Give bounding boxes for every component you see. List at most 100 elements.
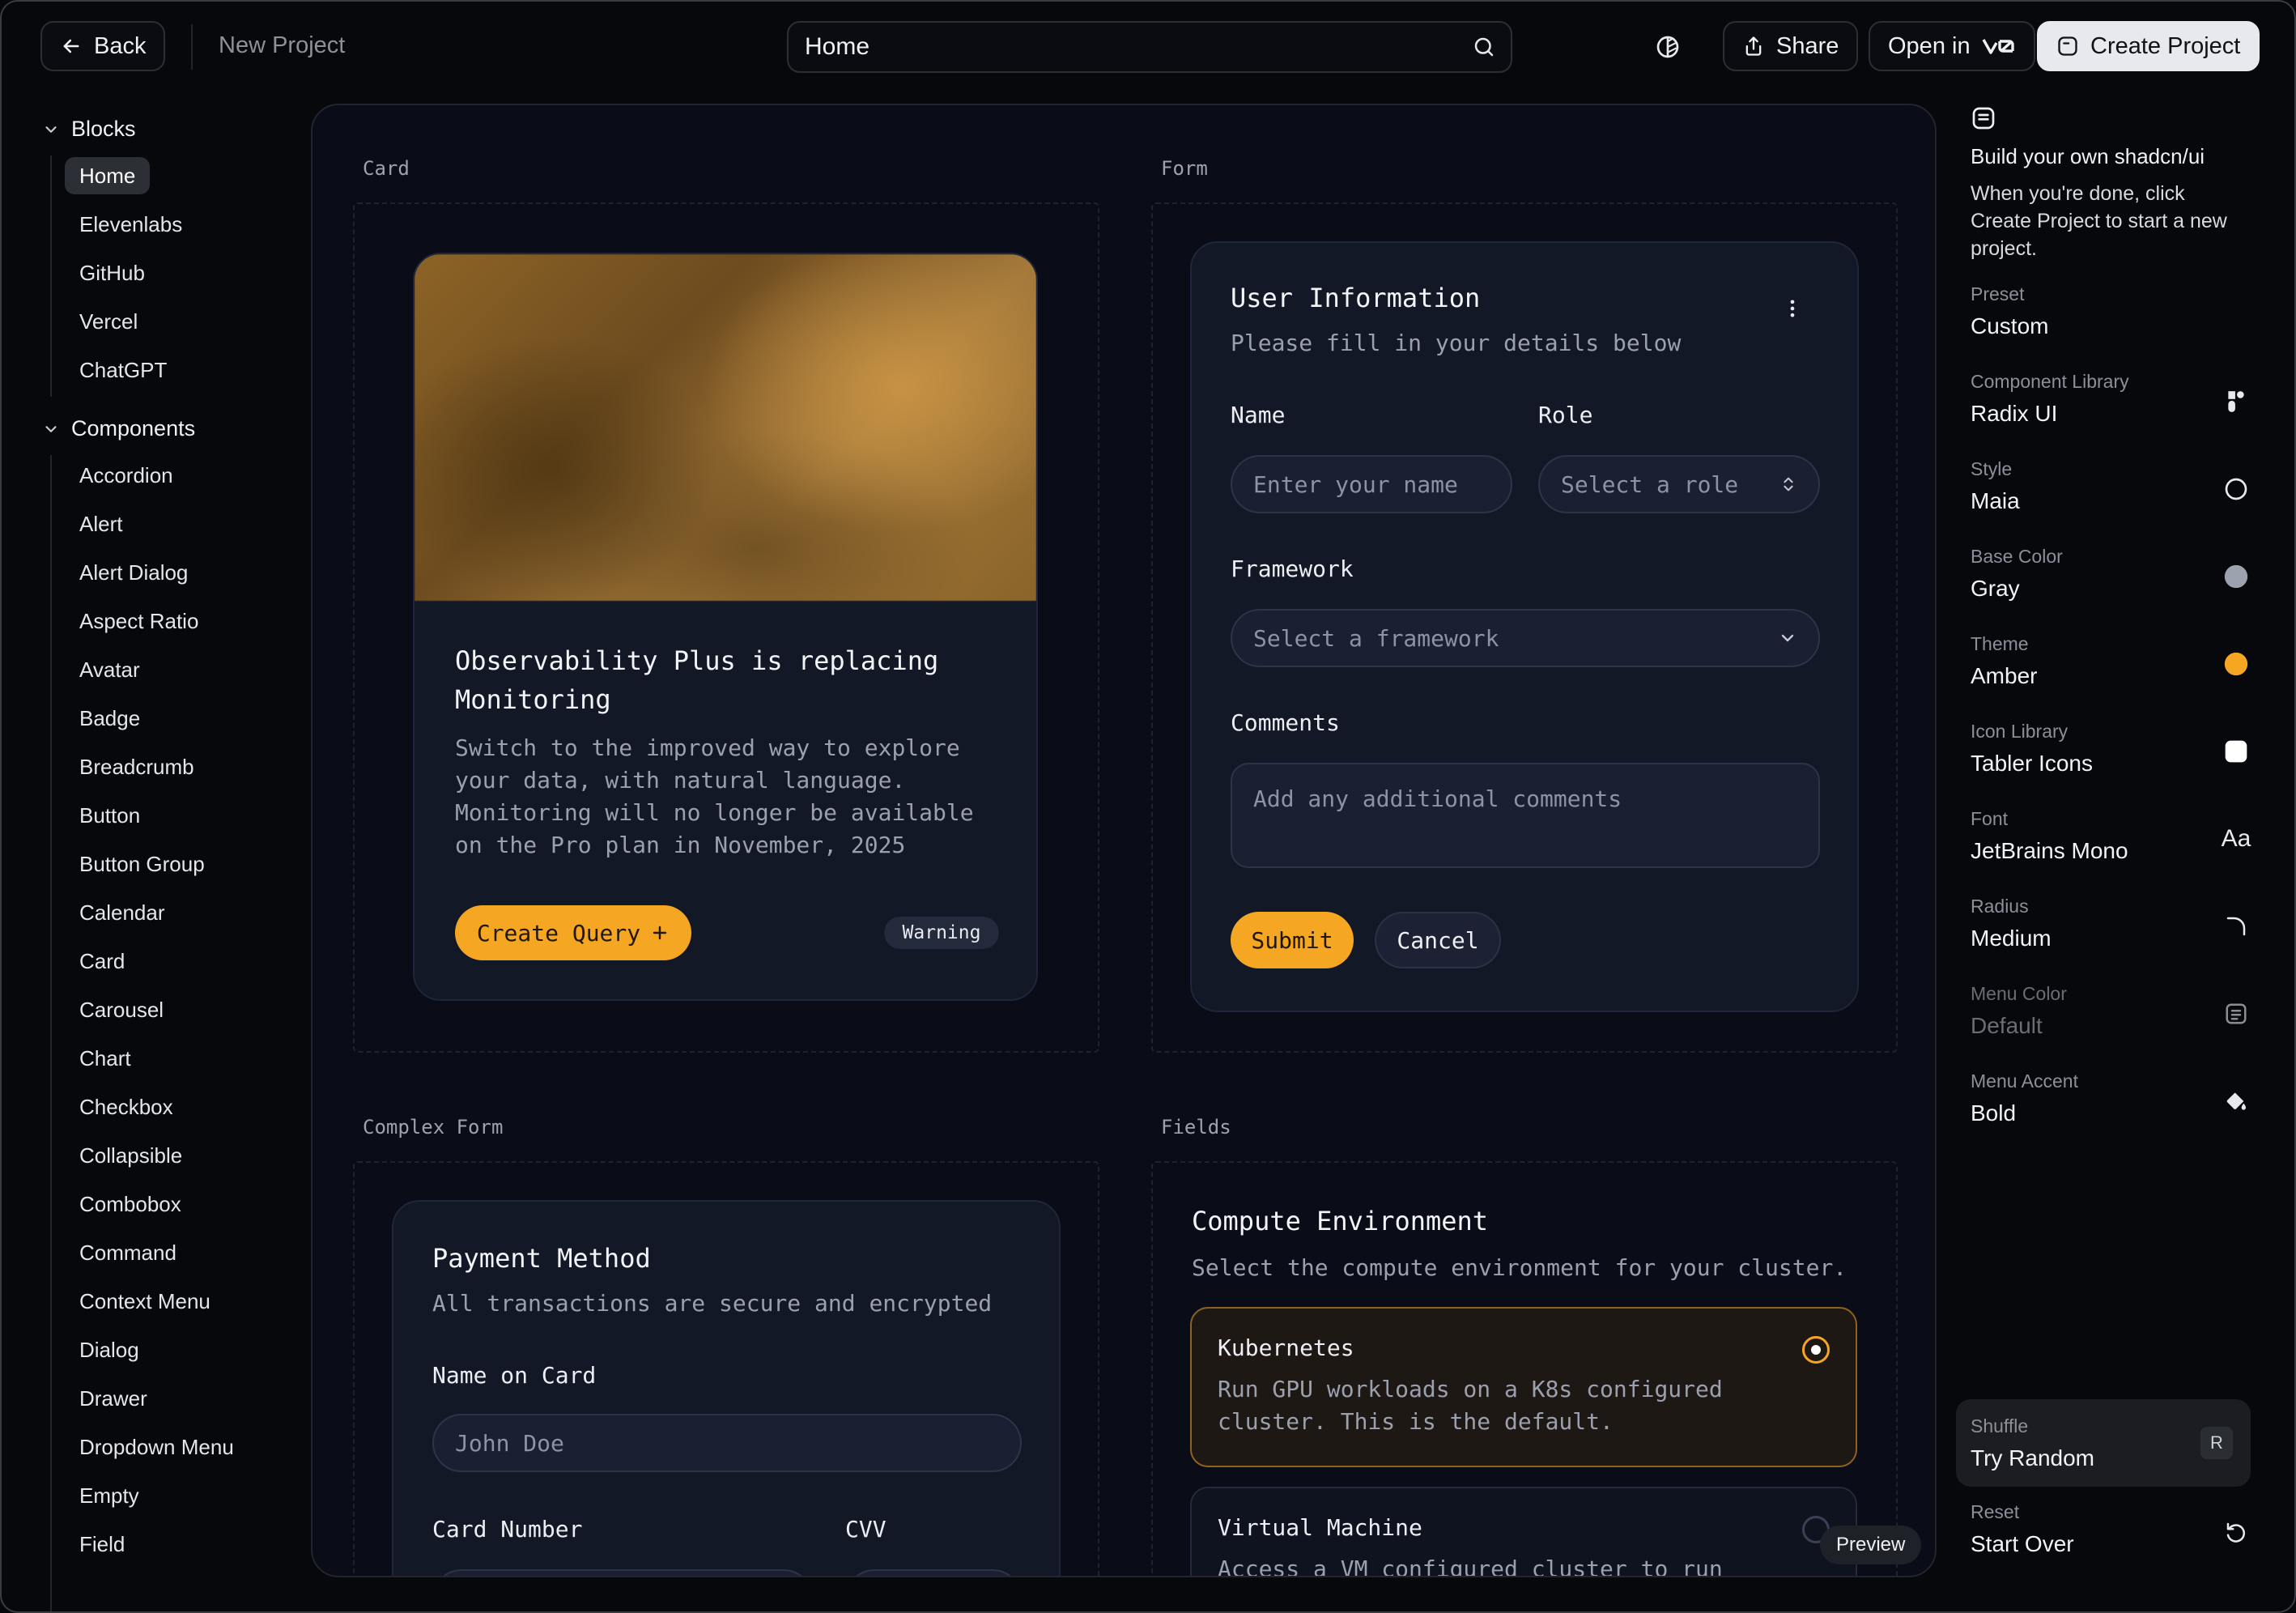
back-label: Back [94, 32, 147, 59]
sidebar-item[interactable]: Button Group [65, 845, 219, 883]
sidebar-item[interactable]: Empty [65, 1477, 154, 1514]
search-input[interactable]: Home [787, 21, 1512, 73]
components-group-toggle[interactable]: Components [42, 416, 195, 441]
option-component-library[interactable]: Component Library Radix UI [1971, 371, 2244, 427]
sidebar-item[interactable]: Context Menu [65, 1283, 225, 1320]
kubernetes-radio[interactable] [1802, 1336, 1830, 1364]
circle-outline-icon [2220, 473, 2252, 505]
shuffle-label: Shuffle [1971, 1415, 2029, 1436]
reset-value: Start Over [1971, 1531, 2074, 1556]
option-style[interactable]: Style Maia [1971, 458, 2247, 514]
chevron-down-icon [45, 425, 57, 432]
sidebar-item[interactable]: Alert Dialog [65, 554, 202, 591]
search-icon [1474, 37, 1494, 57]
sidebar-item[interactable]: Carousel [65, 991, 178, 1028]
sidebar-item[interactable]: Aspect Ratio [65, 602, 213, 640]
name-input[interactable]: Enter your name [1231, 455, 1512, 513]
option-value: JetBrains Mono [1971, 838, 2128, 863]
option-label: Menu Color [1971, 983, 2067, 1004]
option-menu-accent[interactable]: Menu Accent Bold [1971, 1070, 2246, 1126]
name-on-card-label: Name on Card [432, 1362, 597, 1389]
kubernetes-option[interactable]: Kubernetes Run GPU workloads on a K8s co… [1190, 1307, 1857, 1467]
sidebar-item[interactable]: GitHub [65, 254, 159, 292]
menu-icon [2220, 998, 2252, 1030]
option-label: Radius [1971, 896, 2029, 917]
option-value: Medium [1971, 926, 2052, 951]
section-label-complex-form: Complex Form [363, 1116, 504, 1138]
cancel-button[interactable]: Cancel [1375, 912, 1501, 968]
cvv-input[interactable] [845, 1569, 1022, 1576]
sidebar-item[interactable]: Avatar [65, 651, 155, 688]
sidebar-item[interactable]: Dropdown Menu [65, 1428, 249, 1466]
sidebar-item[interactable]: Breadcrumb [65, 748, 209, 785]
option-menu-color[interactable]: Menu Color Default [1971, 983, 2247, 1039]
virtual-machine-option[interactable]: Virtual Machine Access a VM configured c… [1190, 1487, 1857, 1576]
arrow-left-icon [63, 39, 79, 53]
project-name: New Project [219, 32, 346, 58]
top-bar: Back New Project Home Share Open in Crea… [2, 2, 2294, 92]
reset-button[interactable]: Reset Start Over [1971, 1501, 2245, 1557]
tree-line [50, 455, 52, 1611]
option-theme[interactable]: Theme Amber [1971, 633, 2248, 689]
v0-logo-icon [1982, 39, 2014, 54]
option-value: Bold [1971, 1100, 2017, 1126]
open-in-v0-button[interactable]: Open in [1869, 21, 2035, 71]
form-title: User Information [1231, 283, 1481, 313]
option-base-color[interactable]: Base Color Gray [1971, 546, 2248, 602]
option-value: Custom [1971, 313, 2049, 338]
sidebar-item[interactable]: Chart [65, 1040, 146, 1077]
framework-select[interactable]: Select a framework [1231, 609, 1820, 667]
warning-badge: Warning [884, 917, 999, 949]
sidebar-item[interactable]: Command [65, 1234, 191, 1271]
submit-button[interactable]: Submit [1231, 912, 1354, 968]
sidebar-item[interactable]: Dialog [65, 1331, 154, 1368]
comments-textarea[interactable]: Add any additional comments [1231, 763, 1820, 868]
sidebar-item[interactable]: ChatGPT [65, 351, 181, 389]
share-button[interactable]: Share [1723, 21, 1859, 71]
more-vertical-icon[interactable] [1781, 295, 1804, 322]
components-title: Components [71, 416, 196, 440]
shuffle-value: Try Random [1971, 1445, 2095, 1470]
option-preset[interactable]: Preset Custom [1971, 283, 2243, 339]
sidebar-item[interactable]: Drawer [65, 1380, 162, 1417]
paint-bucket-icon [2220, 1085, 2252, 1117]
compute-title: Compute Environment [1192, 1206, 1489, 1236]
sidebar-item[interactable]: Checkbox [65, 1088, 188, 1126]
sidebar-item[interactable]: Field [65, 1526, 139, 1563]
back-button[interactable]: Back [40, 21, 166, 71]
shuffle-button[interactable]: Shuffle Try Random R [1956, 1399, 2251, 1487]
option-icon-library[interactable]: Icon Library Tabler Icons [1971, 721, 2247, 777]
chevrons-up-down-icon [1784, 477, 1793, 492]
sidebar-item[interactable]: Card [65, 943, 139, 980]
intro-body: When you're done, click Create Project t… [1971, 182, 2227, 260]
sidebar-item[interactable]: Home [65, 157, 151, 194]
role-select[interactable]: Select a role [1538, 455, 1820, 513]
option-value: Default [1971, 1013, 2043, 1038]
option-radius[interactable]: Radius Medium [1971, 896, 2246, 951]
sidebar-item[interactable]: Badge [65, 700, 155, 737]
name-on-card-input[interactable]: John Doe [432, 1414, 1022, 1472]
sidebar-item[interactable]: Alert [65, 505, 137, 543]
sidebar-item[interactable]: Button [65, 797, 155, 834]
theme-toggle-icon[interactable] [1652, 31, 1684, 63]
sidebar-item[interactable]: Elevenlabs [65, 206, 197, 243]
option-font[interactable]: Font JetBrains Mono Aa [1971, 808, 2251, 864]
sidebar-item[interactable]: Vercel [65, 303, 152, 340]
section-label-fields: Fields [1161, 1116, 1231, 1138]
tree-line [50, 155, 52, 397]
shortcut-key: R [2200, 1427, 2233, 1459]
kubernetes-title: Kubernetes [1218, 1334, 1354, 1361]
blocks-group-toggle[interactable]: Blocks [42, 117, 136, 142]
undo-icon [2220, 1516, 2252, 1548]
payment-method-card: Payment Method All transactions are secu… [392, 1200, 1061, 1576]
card-number-input[interactable] [432, 1569, 813, 1576]
preview-canvas: Card Observability Plus is replacing Mon… [311, 104, 1937, 1577]
sidebar-item[interactable]: Collapsible [65, 1137, 197, 1174]
create-project-button[interactable]: Create Project [2037, 21, 2260, 71]
sidebar-item[interactable]: Combobox [65, 1185, 196, 1223]
share-label: Share [1776, 32, 1839, 59]
card-number-label: Card Number [432, 1516, 583, 1543]
create-query-button[interactable]: Create Query [455, 905, 691, 960]
sidebar-item[interactable]: Calendar [65, 894, 180, 931]
sidebar-item[interactable]: Accordion [65, 457, 188, 494]
